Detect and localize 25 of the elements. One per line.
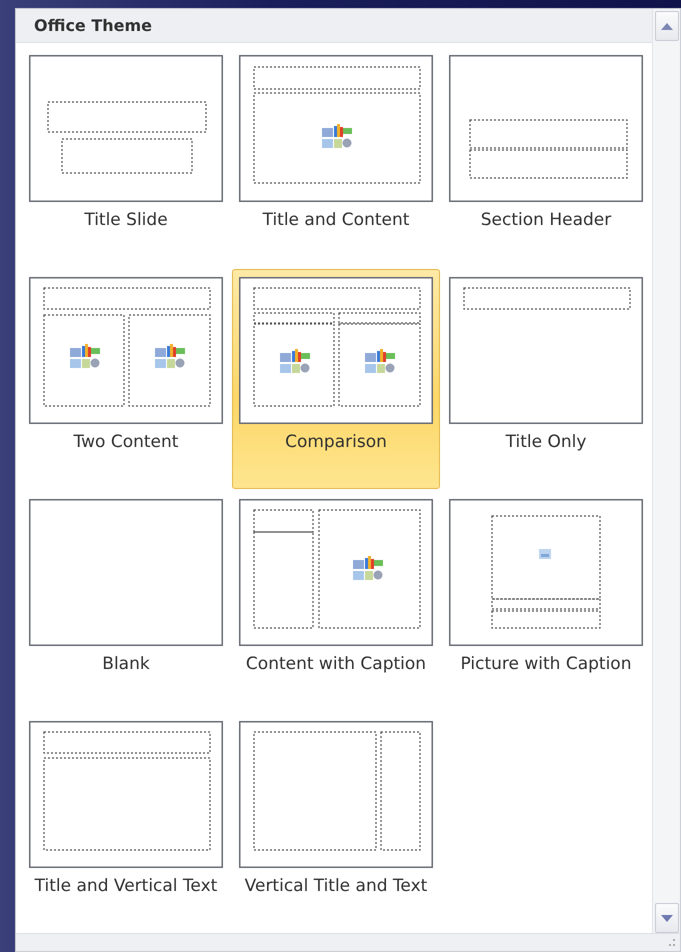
layout-option[interactable]: Two Content xyxy=(22,269,230,489)
layout-option[interactable]: Vertical Title and Text xyxy=(232,713,440,933)
layout-option[interactable]: Title and Vertical Text xyxy=(22,713,230,933)
scroll-up-button[interactable] xyxy=(655,11,679,41)
layout-option[interactable]: Comparison xyxy=(232,269,440,489)
content-icon xyxy=(353,556,383,580)
layout-option[interactable]: Title and Content xyxy=(232,47,440,267)
content-icon xyxy=(155,344,185,368)
picture-icon xyxy=(539,549,551,559)
layout-option[interactable]: Title Slide xyxy=(22,47,230,267)
layout-option[interactable]: Content with Caption xyxy=(232,491,440,711)
content-icon xyxy=(322,124,352,148)
scrollbar[interactable] xyxy=(652,9,680,933)
layout-option[interactable]: Blank xyxy=(22,491,230,711)
scroll-down-button[interactable] xyxy=(655,903,679,933)
content-icon xyxy=(365,349,395,373)
layout-option[interactable]: Picture with Caption xyxy=(442,491,650,711)
layout-option[interactable]: Title Only xyxy=(442,269,650,489)
resize-grip-icon[interactable] xyxy=(668,938,676,946)
layout-option[interactable]: Section Header xyxy=(442,47,650,267)
up-arrow-icon xyxy=(661,22,673,30)
content-icon xyxy=(70,344,100,368)
down-arrow-icon xyxy=(661,914,673,922)
content-icon xyxy=(280,349,310,373)
gallery-title: Office Theme xyxy=(34,16,152,35)
